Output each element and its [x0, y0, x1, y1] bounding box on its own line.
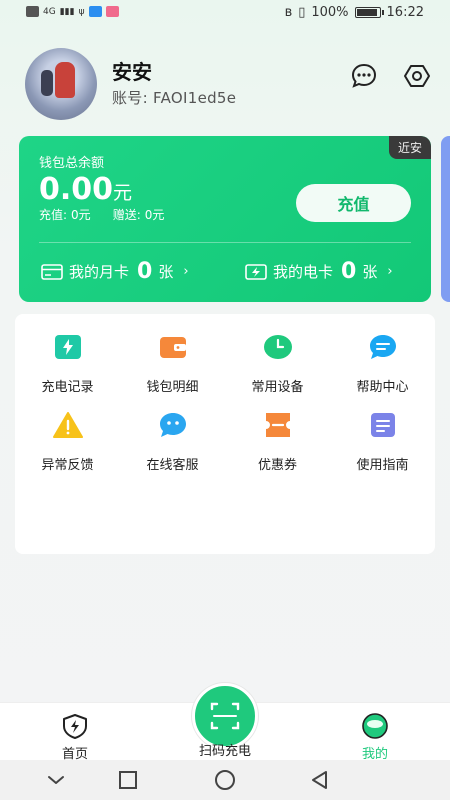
username: 安安: [112, 60, 152, 84]
clock-icon: [263, 335, 292, 359]
wallet-amount: 0.00: [39, 172, 114, 207]
e-card-count: 0: [341, 259, 357, 284]
account-label: 账号:: [112, 89, 148, 107]
coupon-icon: [265, 413, 290, 437]
monthly-card-link[interactable]: 我的月卡 0 张 ›: [41, 259, 189, 284]
wallet-unit: 元: [113, 182, 133, 204]
tab-home[interactable]: 首页: [35, 713, 115, 762]
account-id: FAOI1ed5e: [153, 89, 237, 107]
grid-label: 充电记录: [41, 380, 94, 395]
grid-item-coupon[interactable]: 优惠券: [225, 410, 330, 473]
app-notification-icon-2: [105, 6, 119, 17]
gift-value: 0元: [144, 208, 165, 222]
grid-label: 常用设备: [251, 380, 304, 395]
grid-item-help-center[interactable]: 帮助中心: [330, 332, 435, 395]
scan-icon: [210, 702, 240, 730]
status-bar: 4G ▮▮▮ ψ ʙ ▯ 100% 16:22: [0, 0, 450, 26]
bluetooth-icon: ʙ: [284, 5, 293, 20]
recent-apps-icon[interactable]: [116, 768, 140, 792]
wallet-card: 近安 钱包总余额 0.00 元 充值: 0元 赠送: 0元 充值 我的月卡 0 …: [19, 136, 431, 302]
system-nav-bar: [0, 760, 450, 800]
guide-icon: [370, 413, 395, 437]
function-grid: 充电记录 钱包明细 常用设备 帮助中心 异常反馈 在线客服 优惠券 使用指南: [15, 314, 435, 554]
back-icon[interactable]: [308, 768, 332, 792]
recharge-value: 0元: [71, 208, 91, 222]
charge-record-icon: [54, 335, 81, 359]
card-icon: [41, 263, 63, 280]
battery-icon: [354, 7, 384, 18]
home-shield-icon: [63, 714, 87, 739]
grid-label: 钱包明细: [146, 380, 199, 395]
next-card-peek[interactable]: [441, 136, 450, 302]
e-card-label: 我的电卡: [273, 263, 334, 281]
service-chat-icon: [159, 413, 186, 437]
chevron-down-icon[interactable]: [44, 768, 68, 792]
wallet-title: 钱包总余额: [39, 156, 105, 171]
tab-mine[interactable]: 我的: [335, 713, 415, 762]
mine-icon: [362, 713, 388, 739]
chevron-right-icon: ›: [183, 264, 189, 279]
monthly-card-count: 0: [137, 259, 153, 284]
account-line: 账号: FAOI1ed5e: [112, 87, 236, 108]
settings-icon[interactable]: [403, 62, 431, 90]
monthly-card-unit: 张: [158, 263, 174, 281]
recharge-button[interactable]: 充值: [296, 184, 411, 222]
status-left: 4G ▮▮▮ ψ: [26, 6, 119, 17]
wallet-divider: [39, 242, 411, 243]
usb-icon: ψ: [78, 6, 85, 17]
location-tag[interactable]: 近安: [388, 136, 431, 159]
grid-item-wallet-detail[interactable]: 钱包明细: [120, 332, 225, 395]
chevron-right-icon: ›: [387, 264, 393, 279]
app-notification-icon: [88, 6, 102, 17]
e-card-unit: 张: [362, 263, 378, 281]
monthly-card-label: 我的月卡: [69, 263, 130, 281]
grid-item-feedback[interactable]: 异常反馈: [15, 410, 120, 473]
warning-icon: [52, 412, 83, 438]
message-icon[interactable]: [350, 62, 378, 90]
grid-item-charge-record[interactable]: 充电记录: [15, 332, 120, 395]
wallet-breakdown: 充值: 0元 赠送: 0元: [39, 206, 164, 223]
lightning-card-icon: [245, 263, 267, 280]
avatar-figure-dark: [41, 70, 53, 96]
grid-label: 异常反馈: [41, 458, 94, 473]
clock-time: 16:22: [386, 5, 424, 20]
grid-label: 优惠券: [257, 458, 297, 473]
grid-label: 帮助中心: [356, 380, 409, 395]
grid-label: 使用指南: [356, 458, 409, 473]
gift-label: 赠送:: [112, 208, 141, 222]
network-label: 4G: [43, 6, 56, 17]
e-card-link[interactable]: 我的电卡 0 张 ›: [245, 259, 393, 284]
recharge-label: 充值:: [39, 208, 68, 222]
grid-item-online-service[interactable]: 在线客服: [120, 410, 225, 473]
grid-label: 在线客服: [146, 458, 199, 473]
grid-item-guide[interactable]: 使用指南: [330, 410, 435, 473]
signal-icon: ▮▮▮: [59, 6, 75, 17]
wallet-icon: [159, 337, 186, 358]
status-right: ʙ ▯ 100% 16:22: [285, 5, 424, 20]
battery-percent: 100%: [311, 5, 349, 20]
vibrate-icon: ▯: [298, 5, 306, 20]
scan-charge-label[interactable]: 扫码充电: [185, 740, 265, 759]
help-chat-icon: [369, 335, 396, 359]
hd-icon: [26, 6, 39, 17]
home-button-icon[interactable]: [213, 768, 237, 792]
avatar[interactable]: [25, 48, 97, 120]
avatar-figure-red: [55, 62, 75, 98]
grid-item-common-devices[interactable]: 常用设备: [225, 332, 330, 395]
